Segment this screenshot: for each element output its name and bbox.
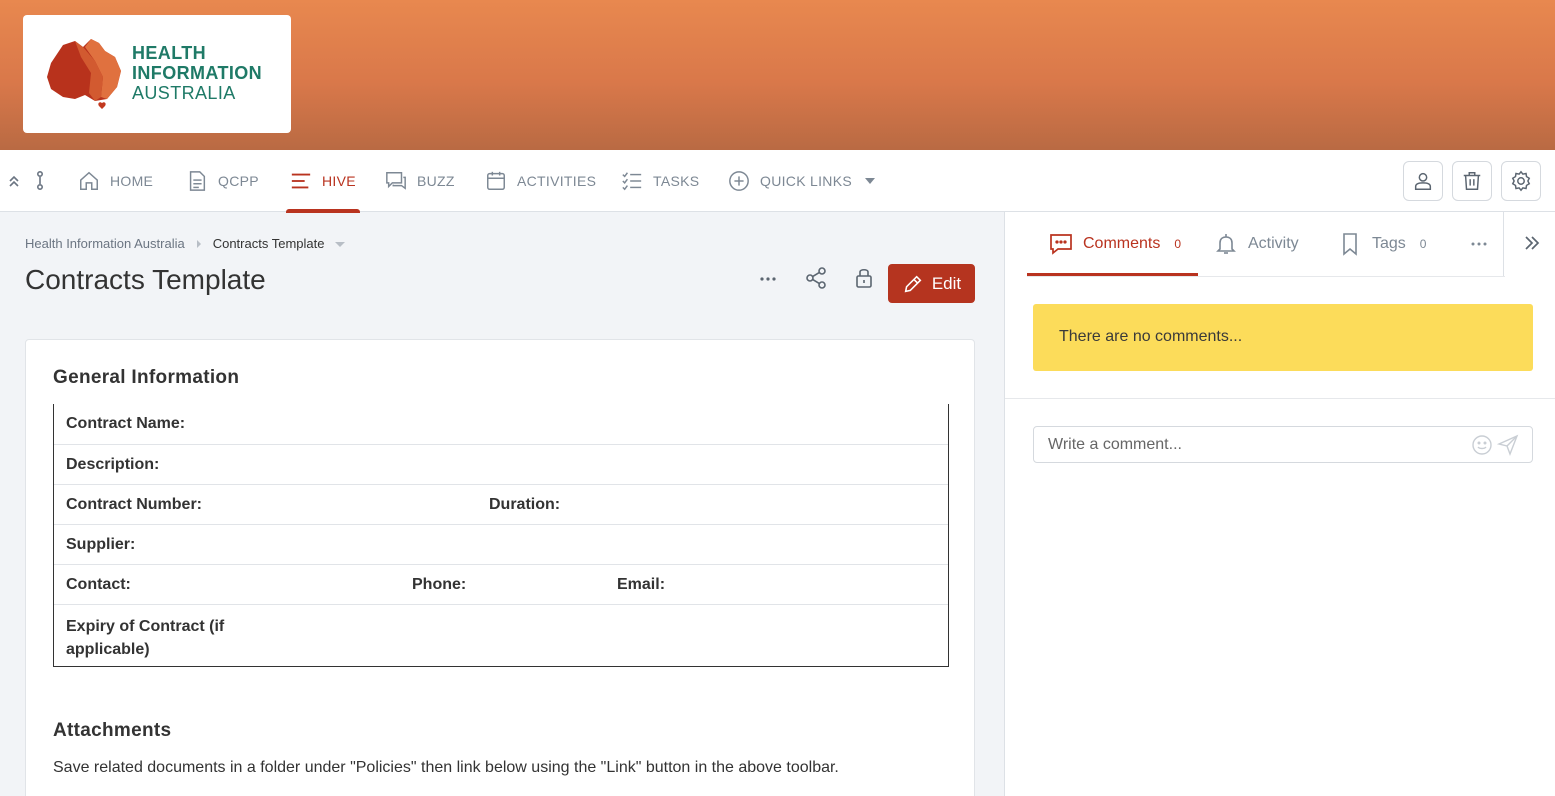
breadcrumb: Health Information Australia Contracts T… — [25, 236, 346, 251]
email-label: Email: — [617, 576, 666, 593]
nav-quick-links-label: QUICK LINKS — [760, 173, 852, 189]
tags-count: 0 — [1419, 237, 1427, 251]
tab-tags-label: Tags — [1372, 235, 1406, 252]
no-comments-notice: There are no comments... — [1033, 304, 1533, 371]
share-icon[interactable] — [803, 264, 829, 290]
content-card: General Information Contract Name: Descr… — [25, 339, 975, 796]
double-chevron-up-icon[interactable] — [8, 173, 20, 189]
general-information-heading: General Information — [53, 367, 240, 388]
table-row: Description: — [54, 444, 948, 484]
contact-label: Contact: — [66, 576, 131, 593]
nav-activities-label: ACTIVITIES — [517, 173, 597, 189]
double-chevron-right-icon[interactable] — [1521, 232, 1543, 254]
user-icon — [1414, 172, 1432, 190]
tab-comments[interactable]: Comments 0 — [1026, 212, 1199, 276]
tabs-separator — [1503, 212, 1504, 276]
nav-activities[interactable]: ACTIVITIES — [485, 150, 596, 212]
emoji-icon[interactable] — [1471, 434, 1493, 456]
supplier-label: Supplier: — [66, 536, 136, 553]
calendar-icon — [487, 171, 505, 190]
more-options-icon[interactable] — [755, 264, 781, 290]
page-title: Contracts Template — [25, 264, 266, 295]
trash-icon — [1463, 172, 1481, 190]
table-row: Contract Name: — [54, 404, 948, 444]
table-row: Expiry of Contract (if applicable) — [54, 604, 948, 666]
lines-icon — [291, 173, 311, 189]
pencil-icon — [904, 275, 922, 292]
lock-icon[interactable] — [851, 264, 877, 290]
user-profile-button[interactable] — [1403, 161, 1443, 201]
nav-hive-label: HIVE — [322, 173, 356, 189]
logo[interactable]: HEALTH INFORMATION AUSTRALIA — [23, 15, 291, 133]
trash-button[interactable] — [1452, 161, 1492, 201]
logo-line-3: AUSTRALIA — [132, 83, 236, 103]
side-tabs: Comments 0 Activity Tags 0 — [1005, 212, 1555, 276]
tab-activity[interactable]: Activity — [1214, 212, 1299, 276]
more-options-icon — [1471, 242, 1487, 246]
caret-down-icon — [865, 178, 875, 184]
bookmark-icon — [1343, 233, 1357, 256]
nav-hive[interactable]: HIVE — [286, 150, 360, 213]
tab-activity-label: Activity — [1248, 235, 1299, 252]
australia-map-icon — [47, 39, 121, 109]
chevron-right-icon — [196, 239, 201, 248]
breadcrumb-current: Contracts Template — [212, 236, 325, 251]
nav-buzz[interactable]: BUZZ — [385, 150, 455, 212]
nav-qcpp-label: QCPP — [218, 173, 259, 189]
nav-quick-links[interactable]: QUICK LINKS — [728, 150, 876, 212]
tab-tags[interactable]: Tags 0 — [1338, 212, 1426, 276]
contract-number-label: Contract Number: — [66, 496, 203, 513]
tabs-divider — [1027, 276, 1505, 277]
table-row: Supplier: — [54, 524, 948, 564]
home-icon — [80, 171, 98, 190]
gear-icon — [1511, 170, 1531, 192]
attachments-heading: Attachments — [53, 720, 172, 741]
logo-line-2: INFORMATION — [132, 63, 263, 83]
comment-input-actions — [1471, 434, 1519, 456]
expiry-label: Expiry of Contract (if applicable) — [66, 618, 225, 658]
nav-home-label: HOME — [110, 173, 154, 189]
comment-icon — [1050, 234, 1072, 255]
caret-down-icon[interactable] — [334, 239, 346, 249]
settings-button[interactable] — [1501, 161, 1541, 201]
checklist-icon — [622, 172, 642, 191]
side-more-options[interactable] — [1467, 212, 1491, 276]
send-icon[interactable] — [1497, 434, 1519, 456]
side-panel: Comments 0 Activity Tags 0 There are no … — [1004, 212, 1555, 796]
plus-circle-icon — [729, 171, 749, 191]
description-label: Description: — [66, 456, 160, 473]
phone-label: Phone: — [412, 576, 467, 593]
nav-left-tools — [8, 170, 46, 192]
table-row: Contact: Phone: Email: — [54, 564, 948, 604]
title-actions — [755, 264, 877, 290]
nav-tasks-label: TASKS — [653, 173, 700, 189]
nav-tasks[interactable]: TASKS — [621, 150, 699, 212]
chat-icon — [386, 172, 406, 190]
nav-qcpp[interactable]: QCPP — [186, 150, 259, 212]
logo-text: HEALTH INFORMATION AUSTRALIA — [132, 43, 262, 103]
table-row: Contract Number: Duration: — [54, 484, 948, 524]
comment-input[interactable] — [1033, 426, 1533, 463]
edit-button-label: Edit — [931, 273, 962, 293]
vertical-dots-icon[interactable] — [34, 170, 46, 192]
general-info-table: Contract Name: Description: Contract Num… — [53, 404, 949, 667]
main-nav: HOME QCPP HIVE BUZZ ACTIVITIES TASKS QUI… — [0, 150, 1555, 213]
duration-label: Duration: — [489, 496, 561, 513]
edit-button[interactable]: Edit — [888, 264, 975, 303]
attachments-instructions: Save related documents in a folder under… — [53, 759, 839, 776]
contract-name-label: Contract Name: — [66, 415, 186, 432]
panel-divider — [1005, 398, 1555, 399]
tab-comments-label: Comments — [1083, 235, 1161, 252]
document-icon — [189, 171, 206, 191]
nav-buzz-label: BUZZ — [417, 173, 455, 189]
header-banner: HEALTH INFORMATION AUSTRALIA — [0, 0, 1555, 150]
nav-home[interactable]: HOME — [78, 150, 153, 212]
comments-count: 0 — [1174, 237, 1182, 251]
breadcrumb-parent[interactable]: Health Information Australia — [25, 236, 185, 251]
logo-line-1: HEALTH — [132, 43, 207, 63]
bell-icon — [1216, 234, 1236, 254]
